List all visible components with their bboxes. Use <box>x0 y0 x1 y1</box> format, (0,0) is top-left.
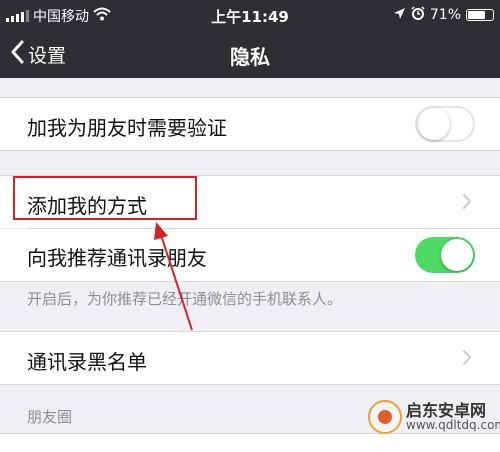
watermark-text: 启东安卓网 www.qdltdq.com <box>406 402 500 433</box>
annotation-arrow <box>154 222 193 331</box>
watermark-logo-icon <box>368 400 402 434</box>
watermark-site: www.qdltdq.com <box>406 418 500 433</box>
watermark-name: 启东安卓网 <box>406 400 487 420</box>
watermark: 启东安卓网 www.qdltdq.com <box>368 400 500 434</box>
